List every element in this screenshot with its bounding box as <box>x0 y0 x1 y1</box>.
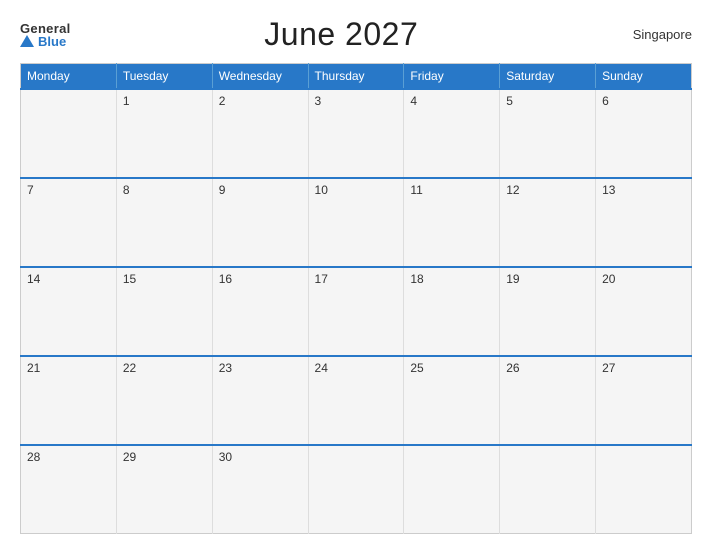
calendar-cell: 24 <box>308 356 404 445</box>
date-number: 16 <box>219 272 232 286</box>
calendar-week-row: 1 2 3 4 5 6 <box>21 89 692 178</box>
col-friday: Friday <box>404 64 500 90</box>
calendar-cell: 18 <box>404 267 500 356</box>
date-number: 22 <box>123 361 136 375</box>
date-number: 3 <box>315 94 322 108</box>
calendar-cell <box>596 445 692 534</box>
col-wednesday: Wednesday <box>212 64 308 90</box>
calendar-cell: 12 <box>500 178 596 267</box>
calendar-title: June 2027 <box>264 16 418 53</box>
date-number: 12 <box>506 183 519 197</box>
calendar-cell: 10 <box>308 178 404 267</box>
col-monday: Monday <box>21 64 117 90</box>
date-number: 9 <box>219 183 226 197</box>
date-number: 11 <box>410 183 422 197</box>
calendar-cell: 3 <box>308 89 404 178</box>
date-number: 26 <box>506 361 519 375</box>
date-number: 4 <box>410 94 417 108</box>
date-number: 6 <box>602 94 609 108</box>
header: General Blue June 2027 Singapore <box>20 16 692 53</box>
date-number: 5 <box>506 94 513 108</box>
calendar-table: Monday Tuesday Wednesday Thursday Friday… <box>20 63 692 534</box>
calendar-week-row: 21 22 23 24 25 26 27 <box>21 356 692 445</box>
calendar-cell: 15 <box>116 267 212 356</box>
date-number: 17 <box>315 272 328 286</box>
logo-triangle-icon <box>20 35 34 47</box>
calendar-cell: 4 <box>404 89 500 178</box>
date-number: 23 <box>219 361 232 375</box>
date-number: 20 <box>602 272 615 286</box>
calendar-cell <box>500 445 596 534</box>
date-number: 2 <box>219 94 226 108</box>
calendar-week-row: 7 8 9 10 11 12 13 <box>21 178 692 267</box>
calendar-header-row: Monday Tuesday Wednesday Thursday Friday… <box>21 64 692 90</box>
date-number: 19 <box>506 272 519 286</box>
date-number: 24 <box>315 361 328 375</box>
calendar-cell <box>308 445 404 534</box>
calendar-cell: 30 <box>212 445 308 534</box>
calendar-cell: 2 <box>212 89 308 178</box>
calendar-cell: 23 <box>212 356 308 445</box>
date-number: 14 <box>27 272 40 286</box>
calendar-cell: 20 <box>596 267 692 356</box>
calendar-cell: 16 <box>212 267 308 356</box>
calendar-cell: 25 <box>404 356 500 445</box>
date-number: 21 <box>27 361 40 375</box>
date-number: 28 <box>27 450 40 464</box>
calendar-cell: 9 <box>212 178 308 267</box>
calendar-cell: 29 <box>116 445 212 534</box>
calendar-cell: 27 <box>596 356 692 445</box>
logo-general-text: General <box>20 22 71 35</box>
calendar-cell: 5 <box>500 89 596 178</box>
date-number: 30 <box>219 450 232 464</box>
date-number: 15 <box>123 272 136 286</box>
region-label: Singapore <box>612 27 692 42</box>
calendar-cell: 1 <box>116 89 212 178</box>
date-number: 7 <box>27 183 34 197</box>
col-tuesday: Tuesday <box>116 64 212 90</box>
calendar-cell: 26 <box>500 356 596 445</box>
logo: General Blue <box>20 22 71 48</box>
calendar-cell: 7 <box>21 178 117 267</box>
date-number: 25 <box>410 361 423 375</box>
date-number: 8 <box>123 183 130 197</box>
logo-blue-row: Blue <box>20 35 66 48</box>
calendar-cell: 8 <box>116 178 212 267</box>
calendar-page: General Blue June 2027 Singapore Monday … <box>0 0 712 550</box>
date-number: 1 <box>123 94 130 108</box>
calendar-cell: 11 <box>404 178 500 267</box>
calendar-week-row: 14 15 16 17 18 19 20 <box>21 267 692 356</box>
col-thursday: Thursday <box>308 64 404 90</box>
col-saturday: Saturday <box>500 64 596 90</box>
calendar-cell: 13 <box>596 178 692 267</box>
calendar-cell <box>404 445 500 534</box>
date-number: 27 <box>602 361 615 375</box>
calendar-cell: 21 <box>21 356 117 445</box>
calendar-cell: 14 <box>21 267 117 356</box>
calendar-cell: 28 <box>21 445 117 534</box>
col-sunday: Sunday <box>596 64 692 90</box>
date-number: 10 <box>315 183 328 197</box>
date-number: 18 <box>410 272 423 286</box>
calendar-cell: 19 <box>500 267 596 356</box>
calendar-cell <box>21 89 117 178</box>
calendar-cell: 22 <box>116 356 212 445</box>
logo-blue-text: Blue <box>38 35 66 48</box>
calendar-cell: 17 <box>308 267 404 356</box>
date-number: 13 <box>602 183 615 197</box>
date-number: 29 <box>123 450 136 464</box>
calendar-week-row: 28 29 30 <box>21 445 692 534</box>
calendar-cell: 6 <box>596 89 692 178</box>
